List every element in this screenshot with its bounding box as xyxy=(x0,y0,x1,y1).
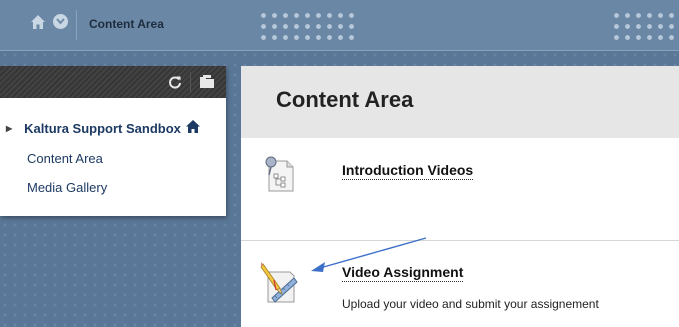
decorative-dots xyxy=(258,10,354,40)
course-name-link[interactable]: ▶ Kaltura Support Sandbox xyxy=(6,120,200,136)
decorative-dots xyxy=(611,10,679,40)
course-home-icon xyxy=(185,120,200,136)
item-title-video-assignment[interactable]: Video Assignment xyxy=(342,264,464,282)
assignment-icon xyxy=(260,260,302,309)
content-panel: Content Area Introduction Videos Video A… xyxy=(241,66,679,327)
breadcrumb-divider xyxy=(76,10,77,40)
breadcrumb-bar: Content Area xyxy=(0,0,679,51)
item-divider xyxy=(241,240,679,241)
course-menu-header xyxy=(0,66,226,98)
menu-item-content-area[interactable]: Content Area xyxy=(27,151,103,166)
refresh-icon[interactable] xyxy=(168,75,182,94)
course-name: Kaltura Support Sandbox xyxy=(24,120,181,136)
breadcrumb-current[interactable]: Content Area xyxy=(89,17,164,31)
course-menu: ▶ Kaltura Support Sandbox Content Area M… xyxy=(0,66,226,216)
home-icon[interactable] xyxy=(30,14,46,30)
content-header: Content Area xyxy=(241,66,679,138)
menu-item-media-gallery[interactable]: Media Gallery xyxy=(27,180,107,195)
item-title-introduction-videos[interactable]: Introduction Videos xyxy=(342,162,474,180)
expand-triangle-icon[interactable]: ▶ xyxy=(6,124,12,133)
item-description: Upload your video and submit your assign… xyxy=(342,297,599,311)
item-document-icon xyxy=(263,153,297,198)
header-divider xyxy=(190,72,191,92)
chevron-down-icon[interactable] xyxy=(53,14,68,29)
page-title: Content Area xyxy=(276,87,414,112)
folder-icon[interactable] xyxy=(199,74,215,94)
